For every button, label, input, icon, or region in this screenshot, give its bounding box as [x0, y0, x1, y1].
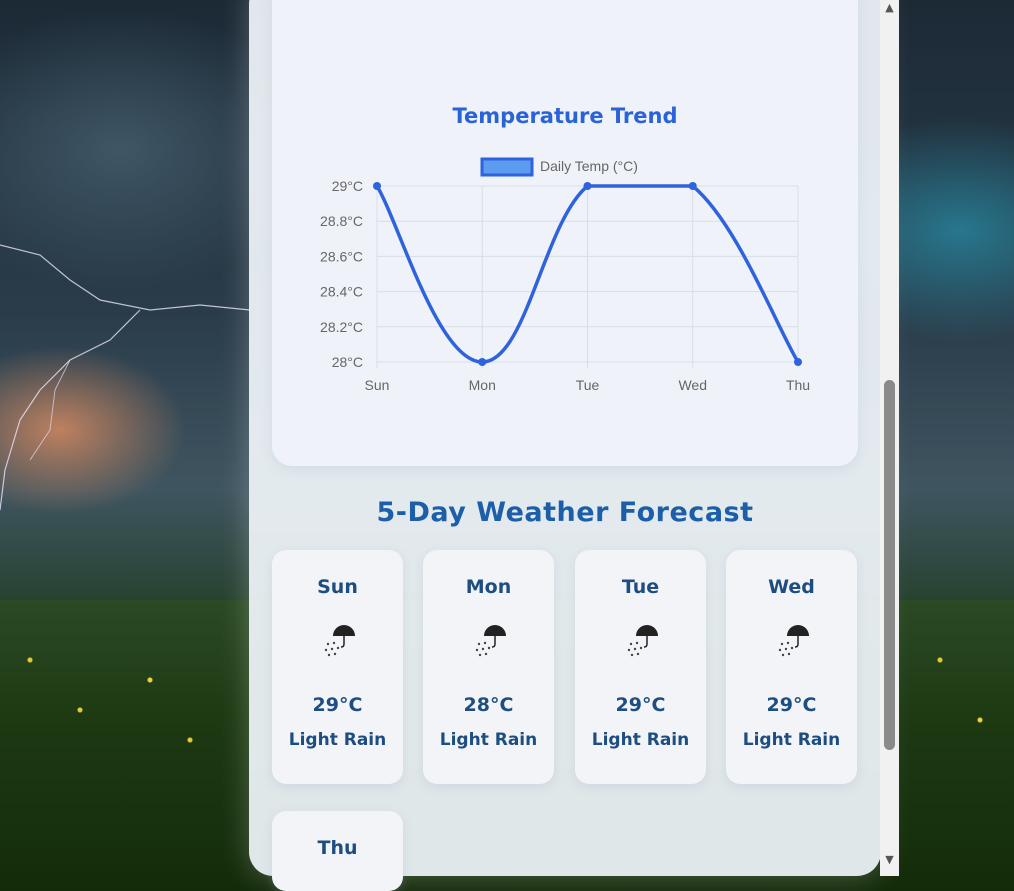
- y-tick-label: 28°C: [332, 354, 363, 370]
- forecast-day-name: Tue: [621, 576, 660, 598]
- light-rain-icon: [324, 625, 355, 657]
- light-rain-icon: [627, 625, 658, 657]
- forecast-description: Light Rain: [439, 730, 538, 750]
- forecast-card-sun[interactable]: Sun 29°C Light Rain: [272, 550, 403, 784]
- x-tick-label: Sun: [365, 377, 390, 393]
- chart-title: Temperature Trend: [452, 104, 678, 128]
- forecast-description: Light Rain: [742, 730, 841, 750]
- data-point[interactable]: [583, 182, 592, 190]
- y-tick-label: 28.6°C: [320, 248, 363, 264]
- forecast-temperature: 28°C: [463, 694, 514, 716]
- forecast-description: Light Rain: [591, 730, 690, 750]
- x-tick-label: Mon: [469, 377, 496, 393]
- legend-label: Daily Temp (°C): [540, 158, 638, 174]
- forecast-day-name: Sun: [317, 576, 358, 598]
- forecast-temperature: 29°C: [615, 694, 666, 716]
- legend-swatch: [480, 157, 534, 177]
- data-point[interactable]: [478, 358, 487, 366]
- forecast-day-name: Wed: [768, 576, 815, 598]
- forecast-temperature: 29°C: [312, 694, 363, 716]
- light-rain-icon: [475, 625, 506, 657]
- forecast-day-name: Mon: [465, 576, 512, 598]
- scrollbar[interactable]: ▲ ▼: [880, 0, 899, 876]
- forecast-card-wed[interactable]: Wed 29°C Light Rain: [726, 550, 857, 784]
- light-rain-icon: [778, 625, 809, 657]
- forecast-card-tue[interactable]: Tue 29°C Light Rain: [575, 550, 706, 784]
- forecast-description: Light Rain: [288, 730, 387, 750]
- x-tick-label: Wed: [678, 377, 707, 393]
- temperature-chart: Daily Temp (°C) 28°C 28.2°C 28.4°C 28.6°C 28…: [320, 157, 810, 393]
- y-tick-label: 29°C: [332, 178, 363, 194]
- forecast-card-thu[interactable]: Thu: [272, 811, 403, 891]
- data-point[interactable]: [794, 358, 802, 366]
- forecast-card-mon[interactable]: Mon 28°C Light Rain: [423, 550, 554, 784]
- forecast-heading: 5-Day Weather Forecast: [376, 497, 754, 528]
- lightning-decoration: [0, 244, 250, 511]
- data-point[interactable]: [688, 182, 697, 190]
- forecast-day-name: Thu: [317, 837, 358, 859]
- scroll-down-icon[interactable]: ▼: [880, 852, 899, 868]
- y-tick-label: 28.4°C: [320, 284, 363, 300]
- forecast-temperature: 29°C: [766, 694, 817, 716]
- y-tick-label: 28.8°C: [320, 213, 363, 229]
- scroll-up-icon[interactable]: ▲: [880, 0, 899, 16]
- data-point[interactable]: [373, 182, 381, 190]
- scrollbar-thumb[interactable]: [884, 380, 895, 750]
- y-tick-label: 28.2°C: [320, 319, 363, 335]
- x-tick-label: Tue: [576, 377, 600, 393]
- x-tick-label: Thu: [786, 377, 810, 393]
